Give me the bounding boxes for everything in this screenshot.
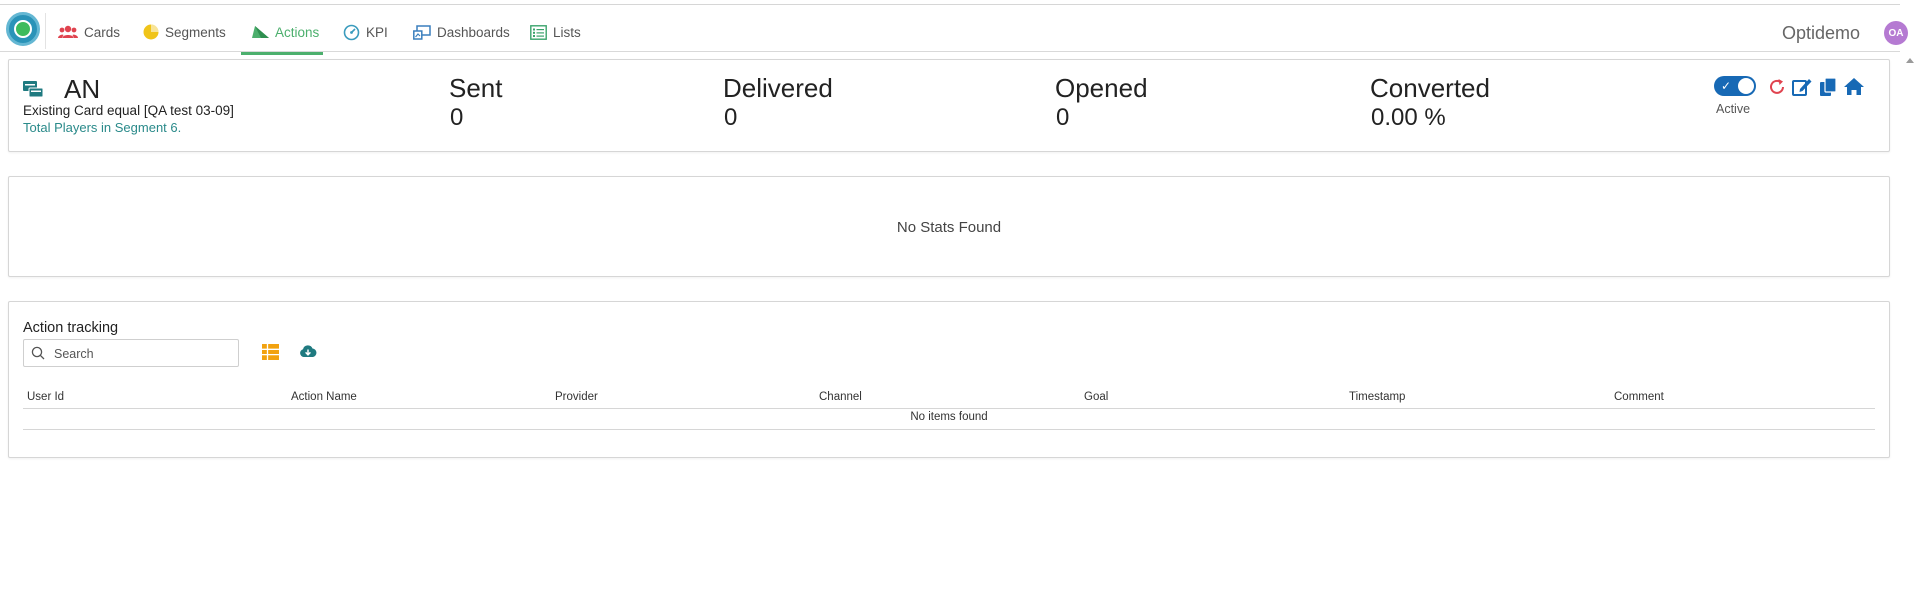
action-card-icon [23,81,44,98]
cloud-download-icon[interactable] [299,344,317,359]
nav-divider [45,13,46,49]
metric-converted-label: Converted [1370,73,1490,103]
action-tracking-card: Action tracking User Id Action Name Prov… [8,301,1890,458]
nav-label: Cards [84,24,121,40]
active-toggle-label: Active [1716,102,1751,116]
nav-item-actions[interactable]: Actions [252,13,319,51]
action-title: AN [64,74,101,104]
edit-icon[interactable] [1791,76,1813,98]
nav-item-segments[interactable]: Segments [143,13,226,51]
dashboard-icon [413,24,431,40]
nav-label: Dashboards [437,24,510,40]
check-icon: ✓ [1721,79,1732,93]
active-tab-indicator [241,52,323,55]
search-input[interactable] [52,343,236,365]
nav-label: KPI [366,24,388,40]
user-avatar[interactable]: OA [1884,21,1908,45]
page-scrollbar[interactable] [1902,52,1920,598]
nav-item-kpi[interactable]: KPI [343,13,388,51]
column-header-timestamp[interactable]: Timestamp [1349,391,1405,403]
brand-name: Optidemo [1782,23,1861,43]
metric-sent-value: 0 [450,104,464,131]
action-condition: Existing Card equal [QA test 03-09] [23,103,234,118]
column-header-channel[interactable]: Channel [819,391,862,403]
no-stats-message: No Stats Found [896,219,1002,236]
nav-label: Segments [165,24,226,40]
nav-label: Lists [553,24,581,40]
refresh-icon[interactable] [1766,76,1788,98]
copy-icon[interactable] [1817,76,1839,98]
search-icon [31,346,45,360]
list-icon [530,24,547,40]
stats-card: No Stats Found [8,176,1890,277]
nav-item-cards[interactable]: Cards [58,13,120,51]
column-header-comment[interactable]: Comment [1614,391,1664,403]
nav-item-lists[interactable]: Lists [530,13,581,51]
action-tracking-title: Action tracking [23,320,119,336]
column-header-goal[interactable]: Goal [1084,391,1108,403]
top-navbar: Cards Segments Actions KPI Dashboards Li… [0,5,1908,55]
segment-players-link[interactable]: Total Players in Segment 6. [23,120,181,135]
scroll-up-arrow-icon[interactable] [1906,58,1914,63]
search-field[interactable] [23,339,239,367]
metric-opened-value: 0 [1056,104,1070,131]
tracking-table-header: User Id Action Name Provider Channel Goa… [23,391,1875,409]
metric-opened-label: Opened [1055,73,1148,103]
metric-sent-label: Sent [449,73,503,103]
metric-delivered-value: 0 [724,104,738,131]
pie-chart-icon [143,24,159,40]
action-summary-card: AN Existing Card equal [QA test 03-09] T… [8,59,1890,152]
users-icon [58,25,78,38]
nav-label: Actions [275,24,320,40]
gauge-icon [343,24,360,40]
column-header-user-id[interactable]: User Id [27,391,64,403]
table-view-icon[interactable] [262,344,279,360]
no-items-message: No items found [23,411,1875,430]
toggle-knob [1738,78,1754,94]
column-header-action-name[interactable]: Action Name [291,391,357,403]
home-icon[interactable] [1843,76,1865,98]
active-toggle[interactable]: ✓ [1714,76,1756,96]
column-header-provider[interactable]: Provider [555,391,598,403]
app-logo[interactable] [6,12,40,46]
nav-item-dashboards[interactable]: Dashboards [413,13,510,51]
send-icon [252,26,269,38]
metric-converted-value: 0.00 % [1371,104,1446,131]
metric-delivered-label: Delivered [723,73,833,103]
